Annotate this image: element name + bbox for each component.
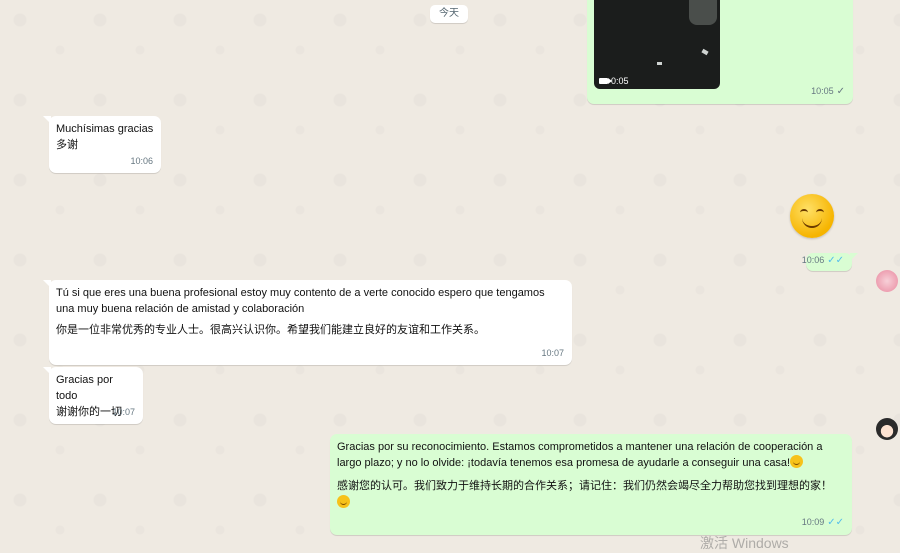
message-incoming[interactable]: Gracias por todo 谢谢你的一切 10:07 (43, 367, 143, 424)
message-text-zh: 感谢您的认可。我们致力于维持长期的合作关系；请记住：我们仍然会竭尽全力帮助您找到… (337, 480, 832, 492)
smiling-emoji-icon (337, 495, 350, 508)
message-incoming[interactable]: Tú si que eres una buena profesional est… (43, 280, 572, 365)
windows-activation-watermark: 激活 Windows (700, 535, 789, 551)
message-time-chip[interactable]: 10:06 ✓✓ (802, 253, 858, 271)
single-check-icon: ✓ (836, 86, 845, 97)
double-check-read-icon: ✓✓ (827, 517, 844, 528)
message-time: 10:09 (801, 517, 825, 527)
message-text-zh: 你是一位非常优秀的专业人士。很高兴认识你。希望我们能建立良好的友谊和工作关系。 (56, 324, 485, 336)
message-text-es: Gracias por todo (56, 374, 113, 402)
message-time-meta: 10:09 ✓✓ (802, 514, 844, 531)
video-thumbnail[interactable]: 0:05 (594, 0, 720, 89)
message-time: 10:07 (541, 348, 564, 358)
sticker-avatar-icon[interactable] (876, 270, 898, 292)
message-outgoing[interactable]: Gracias por su reconocimiento. Estamos c… (330, 434, 852, 535)
date-divider: 今天 (430, 5, 468, 23)
message-time: 10:06 (801, 255, 825, 265)
smiling-face-emoji-icon (790, 194, 834, 238)
smiling-emoji-icon (790, 455, 804, 468)
message-text-es: Gracias por su reconocimiento. Estamos c… (337, 441, 823, 469)
message-text-es: Muchísimas gracias (56, 123, 154, 135)
video-frame-detail (657, 62, 662, 65)
message-time: 10:06 (130, 156, 153, 166)
video-duration-label: 0:05 (611, 76, 629, 86)
user-avatar-icon[interactable] (876, 418, 898, 440)
message-time-meta: 10:05 ✓ (811, 83, 845, 100)
message-text-zh: 多谢 (56, 139, 78, 151)
video-duration: 0:05 (599, 76, 629, 86)
message-time: 10:05 (811, 86, 834, 96)
message-text-es: Tú si que eres una buena profesional est… (56, 287, 545, 315)
double-check-read-icon: ✓✓ (827, 255, 844, 266)
video-frame-highlight (689, 0, 717, 25)
video-frame-detail (701, 48, 709, 56)
video-camera-icon (599, 78, 612, 84)
message-time: 10:07 (112, 407, 135, 417)
message-incoming[interactable]: Muchísimas gracias 多谢 10:06 (43, 116, 161, 173)
